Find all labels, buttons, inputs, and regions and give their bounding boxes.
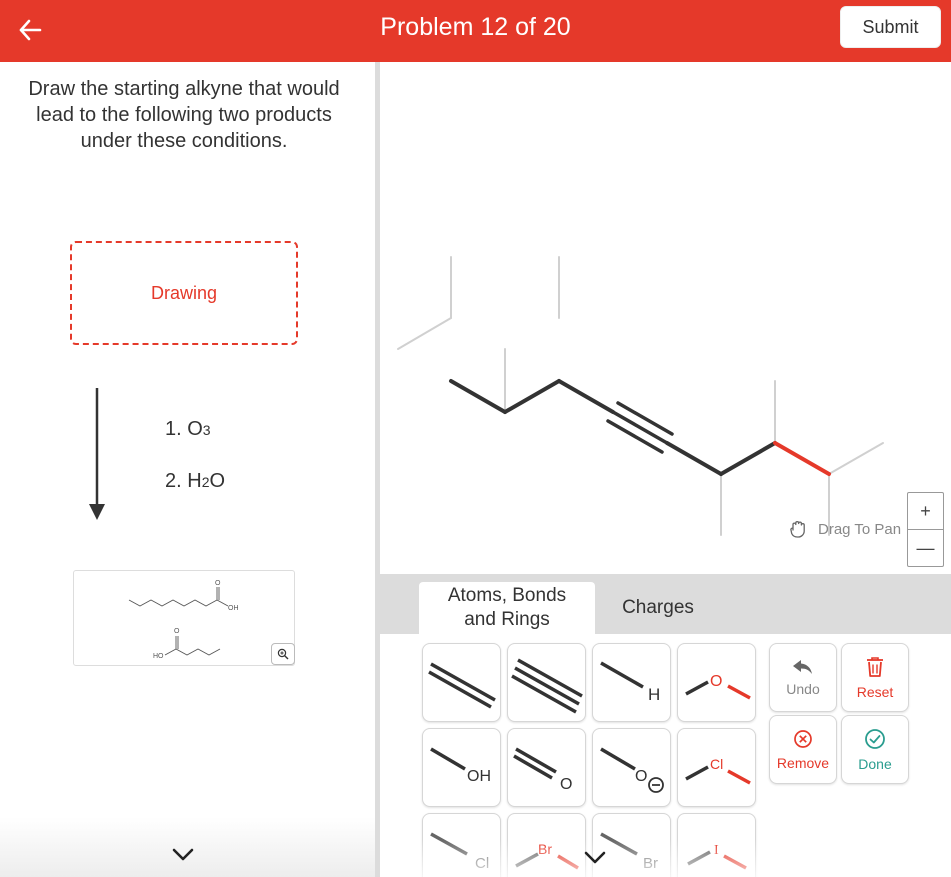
zoom-in-icon xyxy=(277,648,289,660)
iodine-bond-icon: I xyxy=(687,843,747,870)
remove-button[interactable]: Remove xyxy=(769,715,837,784)
condition-step-1: 1. O3 xyxy=(165,418,211,440)
chevron-down-icon[interactable] xyxy=(582,848,608,868)
undo-icon xyxy=(793,659,812,674)
chloro-bond-icon: Cl xyxy=(430,832,489,872)
tab-atoms-bonds-rings[interactable]: Atoms, Bonds and Rings xyxy=(419,582,595,634)
main-chain-bonds xyxy=(449,379,777,476)
carbonyl-oxygen-tool[interactable]: O xyxy=(507,728,586,807)
selected-bond xyxy=(773,441,831,476)
hydrogen-bond-icon: H xyxy=(600,661,660,704)
triple-bond-tool[interactable] xyxy=(507,643,586,722)
triple-bond xyxy=(606,401,674,454)
product2-o-label: O xyxy=(174,628,180,635)
carbonyl-bond-icon: O xyxy=(513,747,572,793)
reaction-arrow-icon xyxy=(89,388,105,520)
svg-text:Br: Br xyxy=(643,855,658,872)
undo-label: Undo xyxy=(786,680,820,697)
page-title: Problem 12 of 20 xyxy=(380,13,571,41)
reset-button[interactable]: Reset xyxy=(841,643,909,712)
product2-ho-label: HO xyxy=(153,653,164,660)
svg-text:O: O xyxy=(635,768,647,785)
toolbox-tabs: Atoms, Bonds and Rings Charges xyxy=(380,574,951,634)
product1-oh-label: OH xyxy=(228,605,239,612)
hand-icon xyxy=(790,521,805,538)
drag-to-pan-label: Drag To Pan xyxy=(818,520,902,538)
toolbox: Atoms, Bonds and Rings Charges H O OH O … xyxy=(380,574,951,877)
question-text: Draw the starting alkyne that would lead… xyxy=(28,78,340,152)
bromine-tool[interactable]: Br xyxy=(507,813,586,877)
ghost-bonds xyxy=(397,256,884,536)
done-label: Done xyxy=(858,755,892,772)
drawing-answer-box[interactable]: Drawing xyxy=(70,241,298,345)
drawing-canvas[interactable]: Drag To Pan + — xyxy=(380,62,951,574)
product1-o-label: O xyxy=(215,580,221,587)
bromine-bond-icon: Br xyxy=(515,841,579,870)
svg-text:O: O xyxy=(560,776,572,793)
svg-text:I: I xyxy=(714,843,719,858)
product-structures: O OH HO O xyxy=(128,580,239,660)
remove-x-icon xyxy=(794,729,812,748)
svg-text:Cl: Cl xyxy=(710,756,723,772)
oxide-anion-tool[interactable]: O xyxy=(592,728,671,807)
hydroxyl-tool[interactable]: OH xyxy=(422,728,501,807)
svg-text:H: H xyxy=(648,685,660,704)
condition-step-2: 2. H2O xyxy=(165,470,226,492)
hydrogen-tool[interactable]: H xyxy=(592,643,671,722)
molecule-drawing xyxy=(397,256,884,536)
oxide-anion-icon: O xyxy=(600,747,664,793)
iodine-tool[interactable]: I xyxy=(677,813,756,877)
svg-text:OH: OH xyxy=(467,768,491,785)
submit-button[interactable]: Submit xyxy=(840,6,941,48)
double-bond-icon xyxy=(428,662,496,709)
svg-text:Br: Br xyxy=(538,841,552,857)
top-bar: Problem 12 of 20 Submit xyxy=(0,0,951,62)
zoom-product-button[interactable] xyxy=(271,643,295,665)
check-circle-icon xyxy=(865,728,885,749)
zoom-out-button[interactable]: — xyxy=(908,530,943,566)
drag-to-pan-hint: Drag To Pan xyxy=(788,518,901,540)
double-bond-tool[interactable] xyxy=(422,643,501,722)
products-image: O OH HO O xyxy=(73,570,295,666)
svg-text:O: O xyxy=(710,673,722,690)
reset-label: Reset xyxy=(856,683,894,700)
tool-grid: H O OH O O Cl Cl Br Br I Undo Reset Remo… xyxy=(380,634,951,877)
svg-text:Cl: Cl xyxy=(475,855,489,872)
chloro-tool[interactable]: Cl xyxy=(422,813,501,877)
chlorine-tool[interactable]: Cl xyxy=(677,728,756,807)
remove-label: Remove xyxy=(776,754,830,771)
tab-charges[interactable]: Charges xyxy=(602,582,714,634)
done-button[interactable]: Done xyxy=(841,715,909,784)
oxygen-tool[interactable]: O xyxy=(677,643,756,722)
triple-bond-icon xyxy=(511,658,583,714)
drawing-label: Drawing xyxy=(150,282,218,303)
chevron-down-icon[interactable] xyxy=(170,844,196,864)
question-panel: Draw the starting alkyne that would lead… xyxy=(0,62,375,877)
chlorine-bond-icon: Cl xyxy=(685,756,751,785)
hydroxyl-bond-icon: OH xyxy=(430,747,491,785)
trash-icon xyxy=(867,656,883,677)
zoom-in-button[interactable]: + xyxy=(908,493,943,529)
oxygen-bond-icon: O xyxy=(685,673,751,700)
canvas-zoom-control: + — xyxy=(907,492,944,567)
undo-button[interactable]: Undo xyxy=(769,643,837,712)
